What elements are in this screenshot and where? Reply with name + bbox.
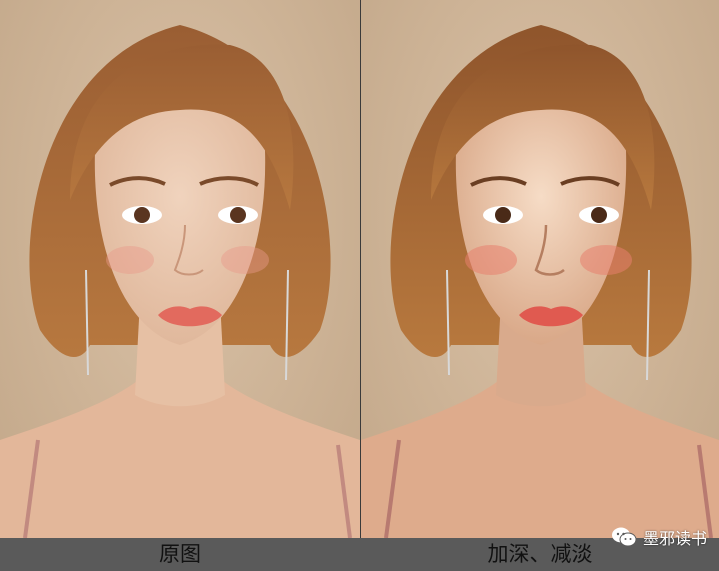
watermark-text: 墨邪读书	[642, 529, 707, 548]
wechat-icon	[611, 527, 637, 547]
portrait-original	[0, 25, 360, 538]
watermark: 墨邪读书	[611, 525, 707, 549]
dodge-burn-photo-panel	[361, 0, 719, 538]
original-photo-panel	[0, 0, 360, 538]
portrait-dodge-burn	[361, 25, 719, 538]
caption-original: 原图	[159, 542, 201, 566]
